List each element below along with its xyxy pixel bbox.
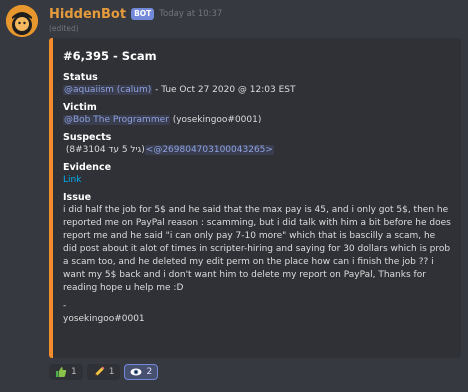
- embed-title: #6,395 - Scam: [63, 49, 157, 63]
- evidence-link[interactable]: Link: [63, 175, 81, 185]
- field-issue-dash: -: [63, 301, 67, 311]
- field-issue-signature: yosekingoo#0001: [63, 314, 145, 324]
- reaction-count: 2: [146, 367, 153, 377]
- thumbs-up-icon: [56, 367, 67, 377]
- field-evidence-name: Evidence: [63, 162, 112, 173]
- bot-tag: BOT: [131, 8, 155, 20]
- username[interactable]: HiddenBot: [49, 7, 126, 22]
- reaction-pencil[interactable]: 1: [86, 364, 121, 380]
- suspects-text: (גיל 5 עד 8#3104): [63, 145, 145, 155]
- field-evidence-value: Link: [63, 174, 451, 187]
- field-victim-name: Victim: [63, 102, 97, 113]
- field-issue-name: Issue: [63, 192, 92, 203]
- edited-label: (edited): [49, 24, 79, 33]
- embed: #6,395 - Scam Status @aquaiism (calum) -…: [49, 38, 461, 358]
- message-header: HiddenBot BOT Today at 10:37: [49, 6, 222, 22]
- suspects-mention[interactable]: <@269804703100043265>: [144, 145, 274, 155]
- field-status-name: Status: [63, 72, 98, 83]
- status-text: - Tue Oct 27 2020 @ 12:03 EST: [152, 85, 296, 95]
- victim-text: (yosekingoo#0001): [169, 115, 262, 125]
- reaction-count: 1: [108, 367, 115, 377]
- eye-icon: [130, 368, 142, 376]
- field-victim-value: @Bob The Programmer (yosekingoo#0001): [63, 114, 451, 127]
- avatar[interactable]: [6, 5, 38, 37]
- reaction-eye[interactable]: 2: [124, 364, 159, 380]
- field-suspects-name: Suspects: [63, 132, 112, 143]
- reaction-count: 1: [71, 367, 77, 377]
- victim-mention[interactable]: @Bob The Programmer: [63, 115, 170, 125]
- timestamp[interactable]: Today at 10:37: [159, 9, 222, 19]
- field-status-value: @aquaiism (calum) - Tue Oct 27 2020 @ 12…: [63, 84, 451, 97]
- reaction-thumbs-up[interactable]: 1: [49, 364, 83, 380]
- pencil-icon: [94, 366, 105, 376]
- avatar-character-icon: [6, 5, 38, 37]
- field-issue-text: i did half the job for 5$ and he said th…: [63, 205, 451, 293]
- reactions-bar: 1 1 2: [49, 364, 159, 380]
- field-suspects-value: (גיל 5 עד 8#3104) <@269804703100043265>: [63, 144, 451, 157]
- status-mention[interactable]: @aquaiism (calum): [63, 85, 153, 95]
